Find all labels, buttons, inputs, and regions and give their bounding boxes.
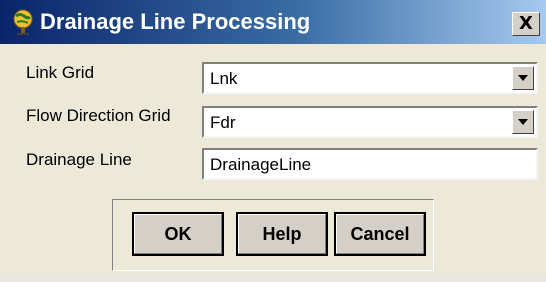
link-grid-dropdown-button[interactable]	[512, 66, 534, 90]
cancel-button[interactable]: Cancel	[334, 212, 426, 256]
bottom-strip	[0, 276, 546, 282]
help-button-label: Help	[262, 224, 302, 244]
chevron-down-icon	[518, 119, 528, 125]
close-icon: X	[519, 13, 533, 34]
flow-direction-grid-label: Flow Direction Grid	[26, 106, 171, 125]
flow-direction-grid-select[interactable]: Fdr	[202, 106, 538, 138]
drainage-line-dialog: Drainage Line Processing X Link Grid Lnk…	[0, 0, 546, 282]
close-button[interactable]: X	[512, 12, 540, 36]
ok-button-label: OK	[164, 224, 192, 244]
globe-person-icon	[13, 9, 33, 35]
link-grid-value: Lnk	[210, 69, 238, 88]
flow-direction-grid-value: Fdr	[210, 113, 236, 132]
chevron-down-icon	[518, 75, 528, 81]
drainage-line-input[interactable]: DrainageLine	[202, 148, 538, 180]
link-grid-select[interactable]: Lnk	[202, 62, 538, 94]
help-button[interactable]: Help	[236, 212, 328, 256]
drainage-line-label: Drainage Line	[26, 150, 132, 169]
window-title: Drainage Line Processing	[40, 9, 311, 34]
drainage-line-value: DrainageLine	[210, 155, 312, 174]
link-grid-label: Link Grid	[26, 63, 95, 82]
title-bar[interactable]: Drainage Line Processing X	[0, 0, 546, 44]
cancel-button-label: Cancel	[350, 224, 410, 244]
flow-direction-dropdown-button[interactable]	[512, 110, 534, 134]
ok-button[interactable]: OK	[132, 212, 224, 256]
